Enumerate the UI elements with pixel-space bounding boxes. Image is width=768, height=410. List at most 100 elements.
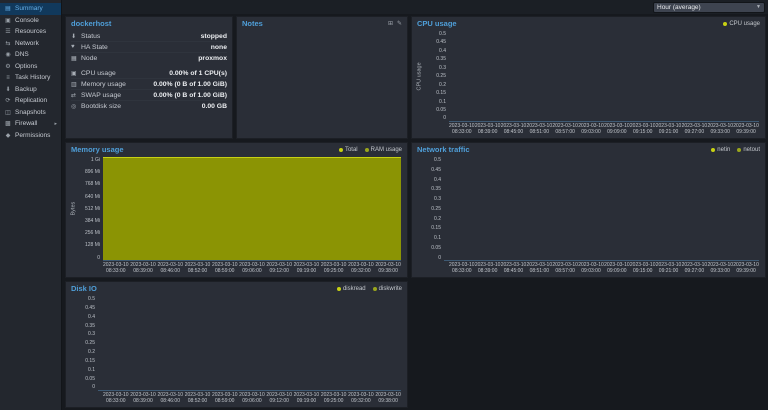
sidebar-item-permissions[interactable]: ◆Permissions (0, 130, 61, 142)
chart-legend: CPU usage (723, 21, 760, 27)
x-tick-label: 2023-03-1009:21:00 (656, 262, 682, 275)
chart-legend: netinnetout (711, 147, 760, 153)
y-tick-label: 0.3 (439, 65, 446, 71)
sidebar-item-summary[interactable]: ▤Summary (0, 3, 61, 15)
x-tick-label: 2023-03-1008:59:00 (212, 392, 238, 405)
legend-dot-icon (337, 287, 341, 291)
y-tick-label: 0.2 (439, 82, 446, 88)
sidebar-item-dns[interactable]: ◉DNS (0, 49, 61, 61)
legend-dot-icon (339, 148, 343, 152)
sidebar-item-options[interactable]: ⚙Options (0, 61, 61, 73)
y-tick-label: 0.15 (436, 90, 446, 96)
options-icon: ⚙ (4, 63, 12, 70)
sidebar-item-resources[interactable]: ☰Resources (0, 26, 61, 38)
y-tick-label: 0 (92, 384, 95, 390)
x-tick-label: 2023-03-1009:15:00 (630, 123, 656, 136)
x-tick-label: 2023-03-1008:33:00 (103, 392, 129, 405)
y-axis: 0.50.450.40.350.30.250.20.150.10.050 (73, 296, 98, 391)
y-tick-label: 0.45 (85, 305, 95, 311)
legend-dot-icon (723, 22, 727, 26)
sidebar-item-task-history[interactable]: ≡Task History (0, 72, 61, 84)
x-tick-label: 2023-03-1009:27:00 (682, 123, 708, 136)
status-row-label: Status (81, 33, 100, 40)
status-row-label: Node (81, 55, 97, 62)
chart-plot (449, 31, 759, 122)
task-history-icon: ≡ (4, 75, 12, 81)
x-tick-label: 2023-03-1008:33:00 (103, 262, 129, 275)
x-tick-label: 2023-03-1008:33:00 (449, 123, 475, 136)
status-row-label: SWAP usage (81, 92, 121, 99)
status-row-value: proxmox (198, 55, 227, 62)
memory-usage-chart-panel: Memory usage TotalRAM usage Bytes 1 Gi89… (65, 142, 408, 278)
y-tick-label: 0 (438, 255, 441, 261)
y-tick-label: 0.4 (88, 314, 95, 320)
memory-icon: ▥ (71, 81, 81, 88)
notes-expand-icon[interactable]: ⊞ (388, 20, 393, 27)
chart-title: Memory usage (71, 145, 124, 154)
y-tick-label: 0 (443, 115, 446, 121)
x-tick-label: 2023-03-1009:19:00 (294, 392, 320, 405)
chart-legend: TotalRAM usage (339, 147, 402, 153)
firewall-icon: ▩ (4, 120, 12, 127)
x-tick-label: 2023-03-1009:33:00 (707, 262, 733, 275)
y-tick-label: 0.45 (431, 167, 441, 173)
x-tick-label: 2023-03-1008:52:00 (185, 262, 211, 275)
y-tick-label: 0 (97, 255, 100, 261)
notes-panel: Notes ⊞ ✎ (236, 16, 408, 139)
y-tick-label: 0.05 (436, 107, 446, 113)
sidebar-item-label: Network (15, 40, 39, 47)
x-tick-label: 2023-03-1009:09:00 (604, 262, 630, 275)
sidebar-item-firewall[interactable]: ▩Firewall▸ (0, 118, 61, 130)
chart-plot (103, 157, 401, 261)
x-tick-label: 2023-03-1009:12:00 (266, 392, 292, 405)
sidebar-item-label: Backup (15, 86, 37, 93)
time-range-value: Hour (average) (657, 4, 701, 11)
y-tick-label: 1 Gi (91, 157, 100, 163)
y-tick-label: 384 Mi (85, 218, 100, 224)
y-tick-label: 0.5 (439, 31, 446, 37)
sidebar-item-snapshots[interactable]: ◫Snapshots (0, 107, 61, 119)
chevron-down-icon: ▼ (756, 4, 761, 10)
x-tick-label: 2023-03-1008:52:00 (185, 392, 211, 405)
summary-icon: ▤ (4, 5, 12, 12)
chart-title: CPU usage (417, 19, 457, 28)
y-tick-label: 128 Mi (85, 242, 100, 248)
x-tick-label: 2023-03-1008:57:00 (552, 123, 578, 136)
y-tick-label: 0.4 (439, 48, 446, 54)
y-axis: 0.50.450.40.350.30.250.20.150.10.050 (419, 157, 444, 261)
chart-plot (98, 296, 401, 391)
y-tick-label: 0.15 (431, 225, 441, 231)
notes-content[interactable] (237, 30, 407, 138)
series-fill-total (103, 157, 401, 260)
x-tick-label: 2023-03-1008:39:00 (475, 262, 501, 275)
sidebar-item-network[interactable]: ⇆Network (0, 38, 61, 50)
chevron-right-icon: ▸ (54, 121, 57, 127)
y-tick-label: 0.45 (436, 39, 446, 45)
time-range-select[interactable]: Hour (average) ▼ (653, 2, 765, 13)
x-tick-label: 2023-03-1009:12:00 (266, 262, 292, 275)
notes-edit-icon[interactable]: ✎ (397, 20, 402, 27)
y-tick-label: 0.3 (88, 331, 95, 337)
status-row-value: none (211, 44, 227, 51)
y-tick-label: 0.25 (431, 206, 441, 212)
status-row-label: Memory usage (81, 81, 126, 88)
status-row-ha-state: ♥HA Statenone (71, 42, 227, 53)
dns-icon: ◉ (4, 51, 12, 58)
chart-title: Disk IO (71, 284, 97, 293)
sidebar-item-replication[interactable]: ⟳Replication (0, 95, 61, 107)
sidebar-item-label: Permissions (15, 132, 50, 139)
x-tick-label: 2023-03-1008:57:00 (552, 262, 578, 275)
sidebar-item-console[interactable]: ▣Console (0, 15, 61, 27)
sidebar-item-backup[interactable]: ⬇Backup (0, 84, 61, 96)
replication-icon: ⟳ (4, 97, 12, 104)
x-axis: 2023-03-1008:33:002023-03-1008:39:002023… (449, 123, 759, 137)
x-tick-label: 2023-03-1008:45:00 (501, 123, 527, 136)
status-row-node: ▦Nodeproxmox (71, 53, 227, 64)
x-tick-label: 2023-03-1009:03:00 (578, 123, 604, 136)
legend-item-ram-usage: RAM usage (365, 147, 402, 153)
notes-panel-title: Notes (242, 19, 263, 28)
x-tick-label: 2023-03-1009:38:00 (375, 392, 401, 405)
status-row-label: Bootdisk size (81, 103, 121, 110)
x-tick-label: 2023-03-1009:06:00 (239, 262, 265, 275)
y-tick-label: 0.35 (85, 323, 95, 329)
